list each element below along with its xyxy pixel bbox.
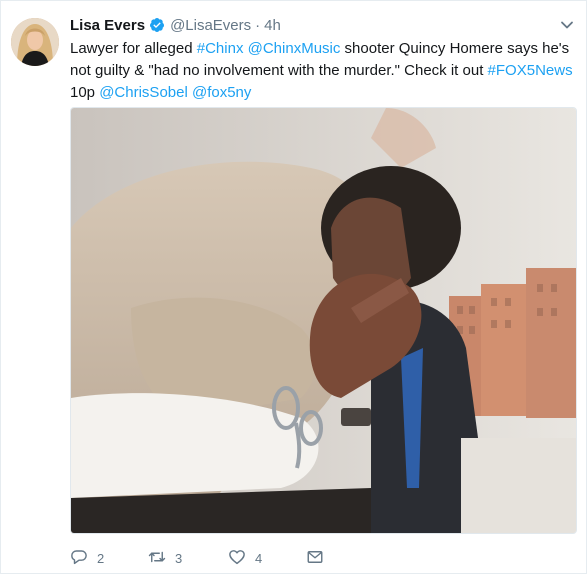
tweet-text: Lawyer for alleged #Chinx @ChinxMusic sh… bbox=[70, 38, 578, 104]
author-handle[interactable]: @LisaEvers bbox=[170, 17, 251, 34]
reply-button[interactable]: 2 bbox=[70, 546, 148, 570]
retweet-count: 3 bbox=[175, 550, 183, 566]
mention-link[interactable]: @fox5ny bbox=[192, 84, 251, 101]
tweet-actions: 2 3 4 bbox=[70, 546, 324, 570]
reply-icon bbox=[70, 548, 88, 569]
envelope-icon bbox=[306, 548, 324, 569]
tweet-photo[interactable] bbox=[70, 107, 577, 534]
tweet-header: Lisa Evers @LisaEvers · 4h bbox=[70, 15, 281, 35]
tweet-timestamp[interactable]: 4h bbox=[264, 17, 281, 34]
like-button[interactable]: 4 bbox=[228, 546, 306, 570]
like-count: 4 bbox=[255, 550, 263, 566]
retweet-icon bbox=[148, 548, 166, 569]
heart-icon bbox=[228, 548, 246, 569]
tweet-text-segment: 10p bbox=[70, 84, 100, 101]
direct-message-button[interactable] bbox=[306, 546, 324, 570]
tweet-text-segment: Lawyer for alleged bbox=[70, 40, 197, 57]
verified-badge-icon bbox=[149, 17, 165, 33]
retweet-button[interactable]: 3 bbox=[148, 546, 228, 570]
mention-link[interactable]: @ChinxMusic bbox=[248, 40, 341, 57]
chevron-down-icon[interactable] bbox=[560, 18, 574, 32]
tweet-card[interactable]: Lisa Evers @LisaEvers · 4h Lawyer for al… bbox=[0, 0, 587, 574]
hashtag-link[interactable]: #Chinx bbox=[197, 40, 244, 57]
reply-count: 2 bbox=[97, 550, 105, 566]
avatar[interactable] bbox=[11, 18, 59, 66]
mention-link[interactable]: @ChrisSobel bbox=[99, 84, 188, 101]
author-name[interactable]: Lisa Evers bbox=[70, 17, 145, 34]
hashtag-link[interactable]: #FOX5News bbox=[488, 62, 573, 79]
separator-dot: · bbox=[255, 16, 261, 34]
